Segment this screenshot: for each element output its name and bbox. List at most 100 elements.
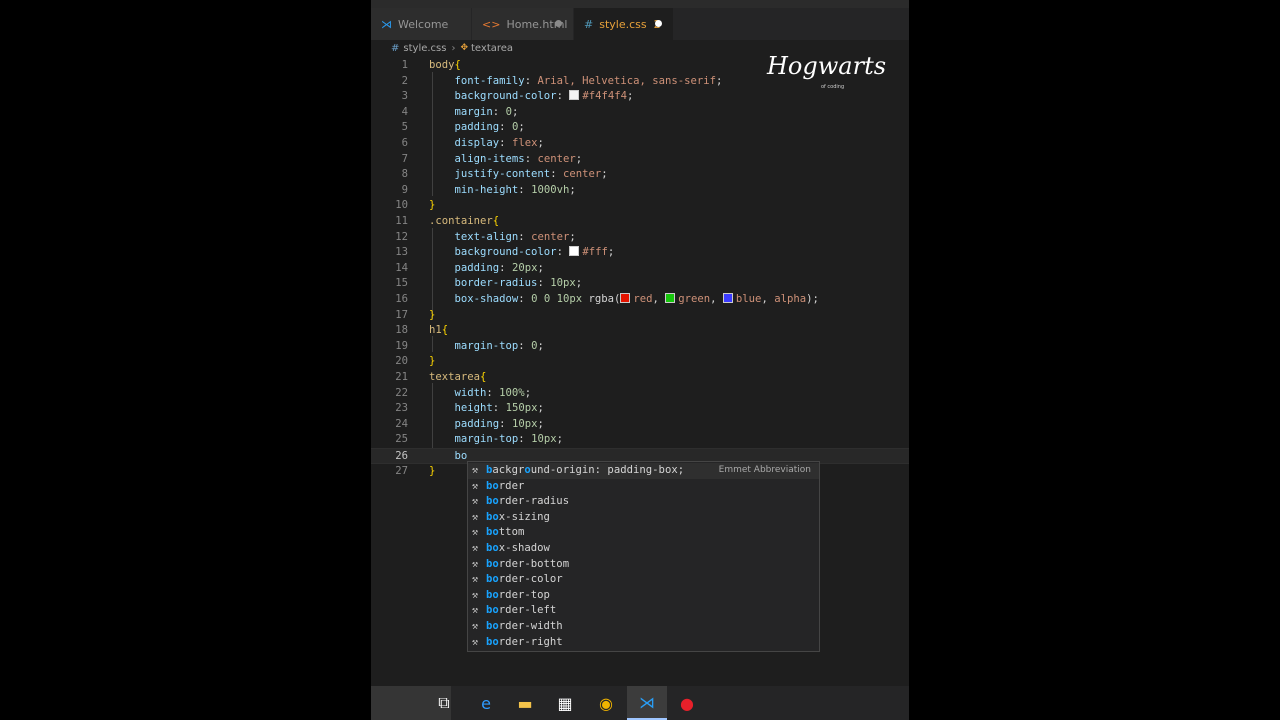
code-token: body: [429, 59, 455, 71]
code-token: ;: [518, 121, 525, 134]
modified-dot-icon[interactable]: [555, 20, 562, 27]
code-token: ;: [511, 105, 519, 118]
code-token: }: [429, 199, 436, 212]
code-line[interactable]: 22 width: 100%;: [371, 386, 909, 402]
suggestion-item[interactable]: ⚒ box-shadow: [468, 541, 819, 557]
breadcrumb-symbol[interactable]: textarea: [471, 43, 513, 54]
code-token: ;: [575, 152, 583, 165]
line-number: 8: [401, 168, 408, 181]
breadcrumb-file[interactable]: style.css: [403, 43, 446, 54]
modified-dot-icon[interactable]: [655, 20, 662, 27]
code-line[interactable]: 24 padding: 10px;: [371, 417, 909, 433]
suggestion-detail: Emmet Abbreviation: [718, 465, 811, 475]
code-token: }: [429, 308, 436, 321]
suggestion-label: border-right: [486, 635, 563, 648]
color-swatch-icon[interactable]: [722, 293, 733, 303]
suggestion-item[interactable]: ⚒ border-right: [468, 635, 819, 651]
code-line[interactable]: 14 padding: 20px;: [371, 261, 909, 277]
record-icon[interactable]: ●: [667, 686, 707, 720]
code-token: box-shadow: [454, 293, 519, 305]
suggestion-item[interactable]: ⚒ border-width: [468, 619, 819, 635]
tab-welcome[interactable]: ⋊ Welcome: [371, 8, 472, 40]
color-swatch-icon[interactable]: [620, 293, 631, 303]
line-number: 15: [395, 277, 408, 290]
code-token: align-items: [454, 152, 525, 165]
line-code: text-align: center;: [429, 230, 576, 246]
suggestion-item[interactable]: ⚒ border-radius: [468, 494, 819, 510]
code-line[interactable]: 7 align-items: center;: [371, 152, 909, 168]
suggestion-item[interactable]: ⚒ border: [468, 479, 819, 495]
code-token: 0 0 10px: [531, 293, 589, 305]
wrench-icon: ⚒: [472, 511, 479, 523]
suggestion-item[interactable]: ⚒ bottom: [468, 525, 819, 541]
suggestion-label: border-bottom: [486, 557, 570, 570]
code-line[interactable]: 16 box-shadow: 0 0 10px rgba(red, green,…: [371, 292, 909, 308]
code-token: :: [556, 90, 570, 103]
suggestion-item[interactable]: ⚒ border-color: [468, 572, 819, 588]
vscode-icon[interactable]: ⋊: [627, 686, 667, 720]
edge-icon[interactable]: e: [466, 686, 506, 720]
code-token: min-height: [454, 183, 519, 196]
code-token: center: [562, 168, 602, 181]
tab-home-html[interactable]: <> Home.html: [472, 8, 574, 40]
code-line[interactable]: 19 margin-top: 0;: [371, 339, 909, 355]
code-token: 100%: [499, 386, 525, 399]
line-number: 16: [395, 293, 408, 305]
code-token: );: [806, 293, 819, 305]
code-line[interactable]: 21 textarea{: [371, 370, 909, 386]
code-line[interactable]: 10}: [371, 198, 909, 214]
file-explorer-icon[interactable]: ▬: [505, 686, 545, 720]
code-token: background-color: [454, 90, 557, 103]
code-line[interactable]: 18 h1{: [371, 323, 909, 339]
code-line[interactable]: 12 text-align: center;: [371, 230, 909, 246]
line-number: 13: [395, 246, 408, 259]
color-swatch-icon[interactable]: [665, 293, 676, 303]
task-view-icon[interactable]: ⧉: [424, 686, 464, 720]
wrench-icon: ⚒: [472, 527, 479, 539]
code-line[interactable]: 11 .container{: [371, 214, 909, 230]
code-token: alpha: [774, 293, 807, 305]
code-token: ;: [575, 277, 583, 290]
code-line[interactable]: 25 margin-top: 10px;: [371, 432, 909, 448]
code-token: green: [678, 293, 711, 305]
suggestion-item[interactable]: ⚒ background-origin: padding-box; Emmet Ab…: [468, 463, 819, 479]
code-line[interactable]: 15 border-radius: 10px;: [371, 276, 909, 292]
code-line[interactable]: 5 padding: 0;: [371, 120, 909, 136]
code-line[interactable]: 17}: [371, 308, 909, 324]
code-token: :: [518, 339, 532, 352]
line-code: justify-content: center;: [429, 167, 608, 183]
logo-tagline: of coding: [821, 84, 845, 90]
code-token: 1000vh: [531, 183, 570, 196]
chrome-icon[interactable]: ◉: [586, 686, 626, 720]
line-code: box-shadow: 0 0 10px rgba(red, green, bl…: [429, 292, 819, 308]
code-line[interactable]: 4 margin: 0;: [371, 105, 909, 121]
store-icon[interactable]: ▦: [545, 686, 585, 720]
tab-style-css[interactable]: # style.css 2: [574, 8, 674, 40]
code-token: blue: [735, 293, 762, 305]
line-number: 24: [395, 417, 408, 430]
suggestion-item[interactable]: ⚒ border-bottom: [468, 557, 819, 573]
color-swatch-icon[interactable]: [569, 90, 580, 101]
code-token: center: [537, 152, 576, 165]
suggestion-label: border-width: [486, 620, 563, 632]
autocomplete-suggestions[interactable]: ⚒ background-origin: padding-box; Emmet Ab…: [467, 461, 820, 652]
suggestion-item[interactable]: ⚒ border-left: [468, 603, 819, 619]
suggestion-item[interactable]: ⚒ box-sizing: [468, 510, 819, 526]
code-line[interactable]: 13 background-color: #fff;: [371, 245, 909, 261]
line-number: 1: [401, 59, 408, 71]
code-token: :: [537, 277, 551, 290]
color-swatch-icon[interactable]: [569, 246, 580, 257]
code-token: center: [531, 230, 570, 243]
code-line[interactable]: 20}: [371, 354, 909, 370]
suggestion-item[interactable]: ⚒ border-top: [468, 588, 819, 604]
line-code: .container{: [429, 214, 499, 230]
code-line[interactable]: 8 justify-content: center;: [371, 167, 909, 183]
code-line[interactable]: 23 height: 150px;: [371, 401, 909, 417]
line-number: 26: [395, 450, 408, 462]
code-token: ;: [537, 137, 544, 149]
code-line[interactable]: 9 min-height: 1000vh;: [371, 183, 909, 199]
code-line[interactable]: 6 display: flex;: [371, 136, 909, 152]
